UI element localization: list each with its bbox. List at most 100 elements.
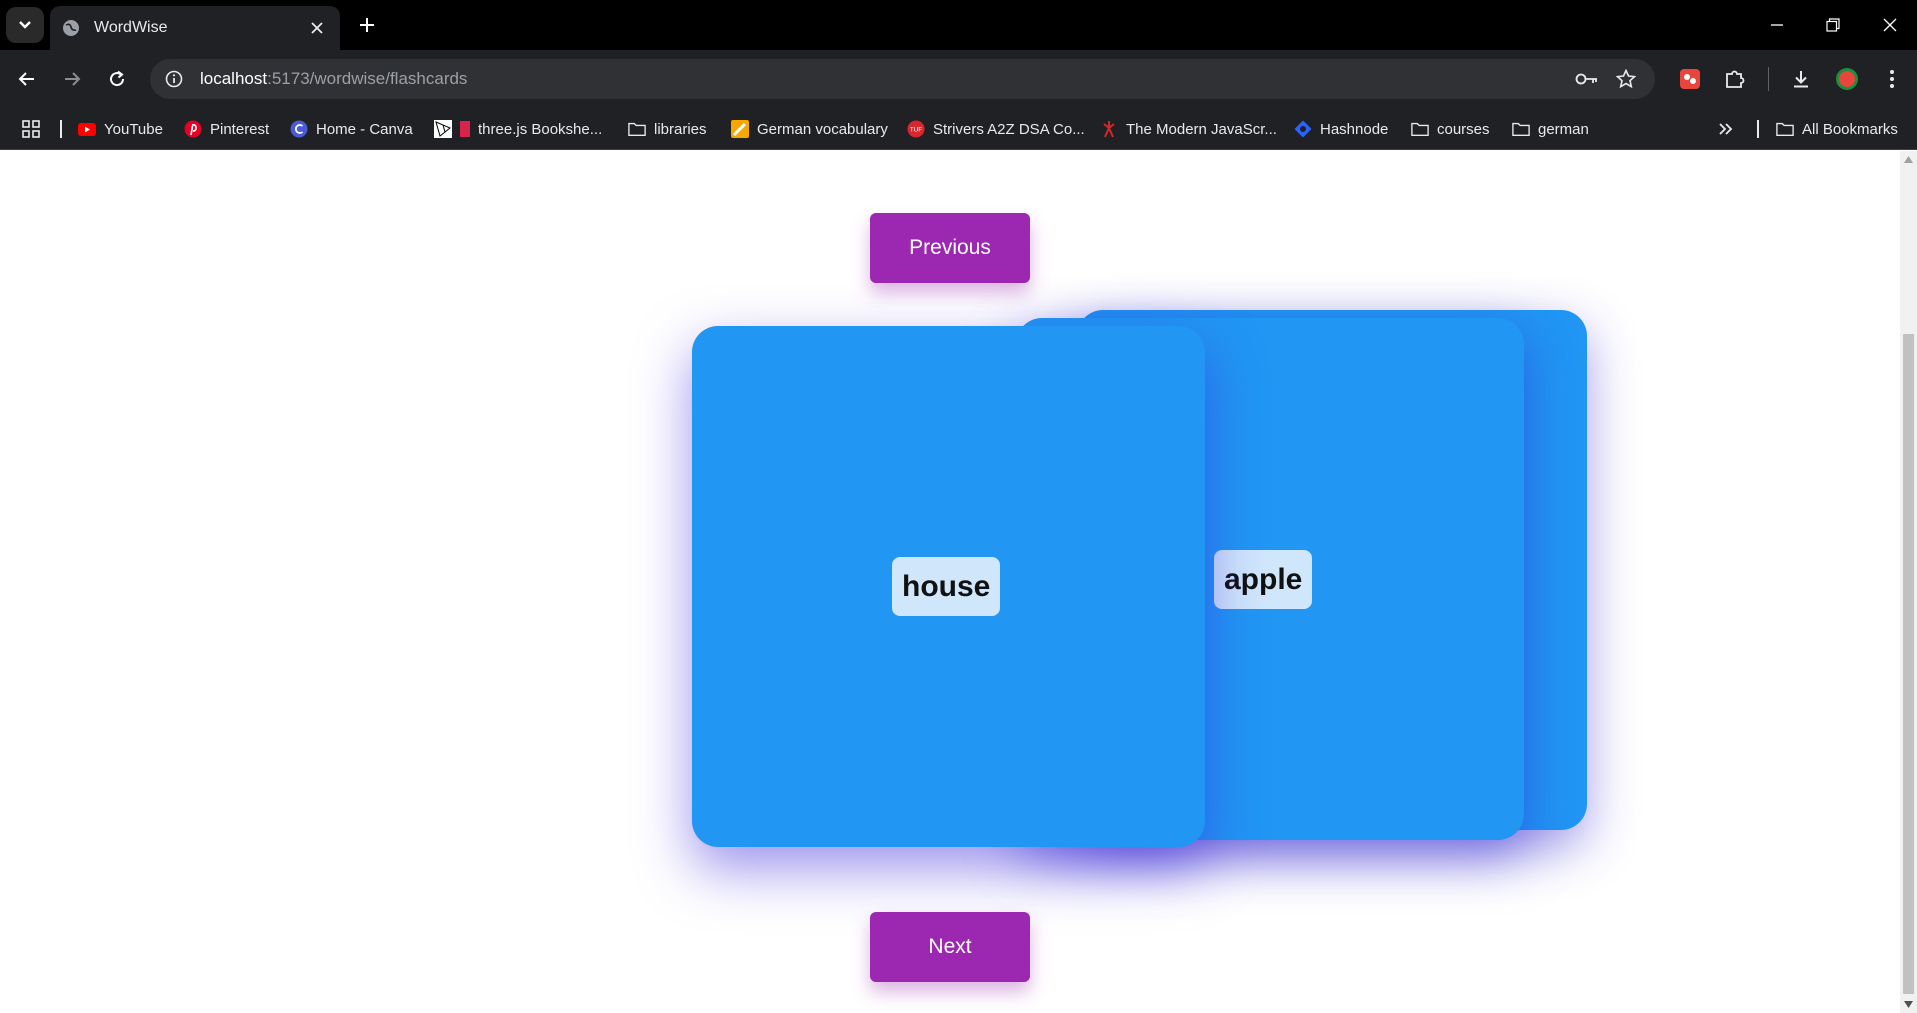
scroll-up-arrow[interactable] [1904, 155, 1913, 164]
bookmarks-bar: YouTube Pinterest Home - Canva three.js … [0, 108, 1917, 150]
previous-button[interactable]: Previous [870, 213, 1030, 283]
all-bookmarks-button[interactable]: All Bookmarks [1776, 117, 1898, 141]
browser-toolbar: localhost:5173/wordwise/flashcards [0, 50, 1917, 108]
bookmark-folder-libraries[interactable]: libraries [628, 117, 707, 141]
all-bookmarks-label: All Bookmarks [1802, 120, 1898, 138]
tab-search-button[interactable] [6, 7, 44, 43]
bookmark-folder-courses[interactable]: courses [1411, 117, 1490, 141]
browser-menu-button[interactable] [1875, 62, 1909, 96]
bookmark-canva[interactable]: Home - Canva [290, 117, 413, 141]
bookmark-label: Home - Canva [316, 120, 413, 138]
flashcard-word: apple [1214, 550, 1313, 609]
bookmark-label: Strivers A2Z DSA Co... [933, 120, 1085, 138]
downloads-button[interactable] [1784, 62, 1818, 96]
bookmark-pinterest[interactable]: Pinterest [184, 117, 269, 141]
chevron-double-right-icon [1719, 123, 1733, 135]
url-text: localhost:5173/wordwise/flashcards [200, 69, 467, 89]
forward-button[interactable] [55, 62, 89, 96]
bookmark-label: YouTube [104, 120, 163, 138]
screen: WordWise localhost:5173/wordwise/flashca… [0, 0, 1917, 1013]
close-window-icon [1883, 18, 1897, 32]
bookmark-german-vocabulary[interactable]: German vocabulary [731, 117, 888, 141]
svg-text:TUF: TUF [910, 127, 922, 134]
bookmark-strivers[interactable]: TUF Strivers A2Z DSA Co... [907, 117, 1085, 141]
folder-icon [628, 120, 646, 138]
globe-icon [63, 20, 79, 36]
close-icon [311, 22, 323, 34]
page-scrollbar[interactable] [1900, 151, 1917, 1013]
reload-icon [110, 70, 125, 87]
site-info-button[interactable] [154, 59, 194, 99]
profile-button[interactable] [1830, 62, 1864, 96]
extensions-menu-button[interactable] [1718, 62, 1752, 96]
toolbar-divider [1768, 67, 1769, 91]
bookmark-threejs[interactable]: three.js Bookshe... [434, 117, 602, 141]
avatar [1836, 68, 1858, 90]
password-key-button[interactable] [1571, 63, 1603, 95]
bookmarks-separator [1757, 120, 1759, 138]
bookmark-hashnode[interactable]: Hashnode [1294, 117, 1388, 141]
bookmarks-overflow-button[interactable] [1718, 117, 1734, 141]
bookmark-folder-german[interactable]: german [1512, 117, 1589, 141]
restore-button[interactable] [1813, 8, 1853, 42]
folder-icon [1411, 120, 1429, 138]
triangle-up-icon [1904, 156, 1913, 163]
bookmark-label: Hashnode [1320, 120, 1389, 138]
minimize-icon [1771, 24, 1783, 26]
tab-close-button[interactable] [306, 17, 328, 39]
javascript-info-icon [1100, 120, 1118, 138]
apps-button[interactable] [22, 117, 40, 141]
bookmarks-separator [60, 120, 62, 138]
bookmark-modern-javascript[interactable]: The Modern JavaScr... [1100, 117, 1277, 141]
bookmark-label: three.js Bookshe... [478, 120, 603, 138]
chevron-down-icon [19, 21, 31, 29]
scrollbar-thumb[interactable] [1903, 334, 1914, 994]
pinterest-icon [184, 120, 202, 138]
minimize-button[interactable] [1757, 8, 1797, 42]
bookmark-label: German vocabulary [757, 120, 888, 138]
triangle-down-icon [1904, 1001, 1913, 1008]
tab-strip: WordWise [0, 0, 1917, 50]
restore-icon [1826, 18, 1840, 32]
plus-icon [360, 18, 374, 32]
tuf-icon: TUF [907, 120, 925, 138]
address-bar[interactable]: localhost:5173/wordwise/flashcards [150, 59, 1655, 99]
puzzle-icon [1726, 70, 1745, 88]
next-button[interactable]: Next [870, 912, 1030, 982]
arrow-right-icon [65, 72, 81, 86]
download-icon [1794, 71, 1808, 88]
hashnode-icon [1294, 120, 1312, 138]
info-icon [165, 70, 183, 88]
tab-title: WordWise [94, 19, 168, 36]
bookmark-youtube[interactable]: YouTube [78, 117, 163, 141]
book-icon [460, 120, 470, 138]
youtube-icon [78, 120, 96, 138]
reload-button[interactable] [100, 62, 134, 96]
folder-icon [1512, 120, 1530, 138]
star-icon [1616, 69, 1636, 89]
pencil-icon [731, 120, 749, 138]
new-tab-button[interactable] [352, 10, 382, 40]
close-window-button[interactable] [1870, 8, 1910, 42]
extension-red-icon [1680, 69, 1700, 89]
flashcard-word: house [892, 557, 1001, 616]
extension-button[interactable] [1673, 62, 1707, 96]
folder-icon [1776, 120, 1794, 138]
bookmark-label: german [1538, 120, 1589, 138]
bookmark-label: libraries [654, 120, 707, 138]
bookmark-label: The Modern JavaScr... [1126, 120, 1277, 138]
threejs-icon [434, 120, 452, 138]
bookmark-star-button[interactable] [1610, 63, 1642, 95]
arrow-left-icon [18, 72, 34, 86]
url-host: localhost [200, 69, 268, 88]
scroll-down-arrow[interactable] [1904, 1000, 1913, 1009]
canva-icon [290, 120, 308, 138]
bookmark-label: courses [1437, 120, 1490, 138]
bookmark-label: Pinterest [210, 120, 270, 138]
active-tab[interactable]: WordWise [50, 6, 340, 50]
more-vertical-icon [1890, 70, 1894, 88]
url-path: :5173/wordwise/flashcards [267, 69, 468, 88]
flashcard-house[interactable]: house [692, 326, 1205, 847]
back-button[interactable] [10, 62, 44, 96]
key-icon [1575, 73, 1597, 85]
